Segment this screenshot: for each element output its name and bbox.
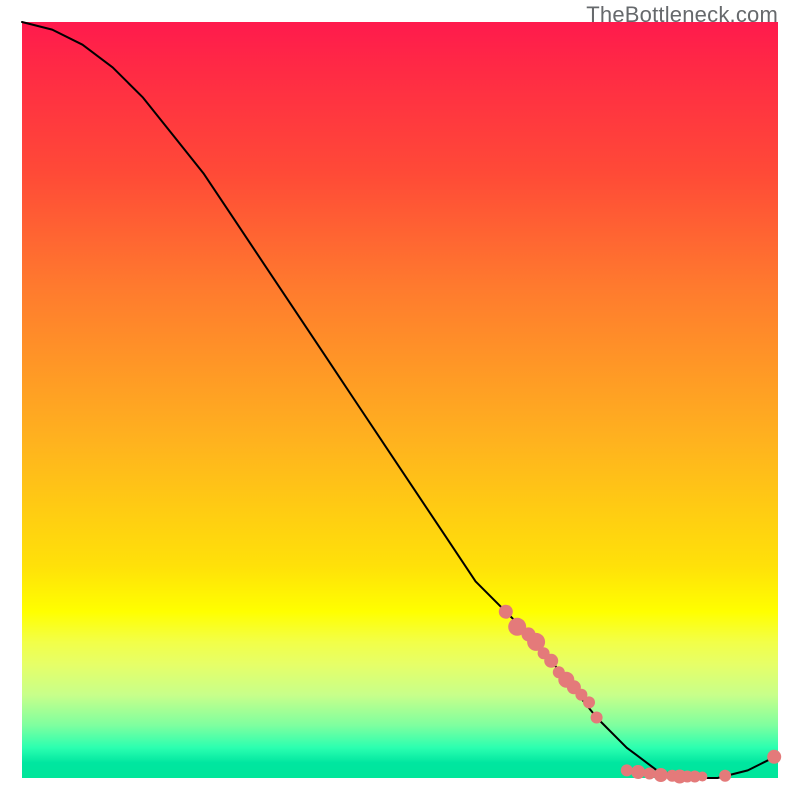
plot-area [22,22,778,778]
chart-container: TheBottleneck.com [0,0,800,800]
watermark-text: TheBottleneck.com [586,2,778,28]
